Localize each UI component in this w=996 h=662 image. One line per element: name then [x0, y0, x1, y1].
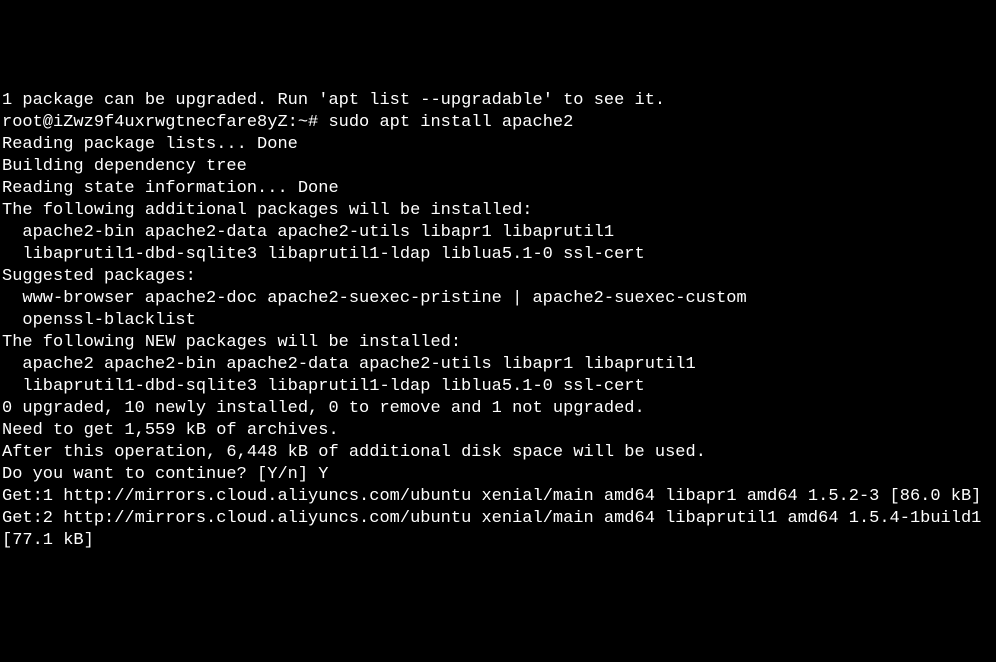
line-reading-packages: Reading package lists... Done: [2, 134, 994, 156]
line-new-pkg2: libaprutil1-dbd-sqlite3 libaprutil1-ldap…: [2, 376, 994, 398]
line-new-pkg1: apache2 apache2-bin apache2-data apache2…: [2, 354, 994, 376]
line-building-tree: Building dependency tree: [2, 156, 994, 178]
shell-command: sudo apt install apache2: [328, 113, 573, 132]
line-prompt: root@iZwz9f4uxrwgtnecfare8yZ:~# sudo apt…: [2, 112, 994, 134]
line-get1: Get:1 http://mirrors.cloud.aliyuncs.com/…: [2, 486, 994, 508]
confirm-prompt: Do you want to continue? [Y/n]: [2, 465, 318, 484]
confirm-answer: Y: [318, 465, 328, 484]
shell-prompt: root@iZwz9f4uxrwgtnecfare8yZ:~#: [2, 113, 328, 132]
line-suggested-pkg2: openssl-blacklist: [2, 310, 994, 332]
line-summary: 0 upgraded, 10 newly installed, 0 to rem…: [2, 398, 994, 420]
line-get2: Get:2 http://mirrors.cloud.aliyuncs.com/…: [2, 508, 994, 552]
line-suggested-pkg1: www-browser apache2-doc apache2-suexec-p…: [2, 288, 994, 310]
line-additional-pkg1: apache2-bin apache2-data apache2-utils l…: [2, 222, 994, 244]
line-additional-pkg2: libaprutil1-dbd-sqlite3 libaprutil1-ldap…: [2, 244, 994, 266]
terminal-output[interactable]: 1 package can be upgraded. Run 'apt list…: [2, 90, 994, 552]
line-suggested-header: Suggested packages:: [2, 266, 994, 288]
line-additional-header: The following additional packages will b…: [2, 200, 994, 222]
line-download-size: Need to get 1,559 kB of archives.: [2, 420, 994, 442]
line-new-header: The following NEW packages will be insta…: [2, 332, 994, 354]
line-reading-state: Reading state information... Done: [2, 178, 994, 200]
line-confirm: Do you want to continue? [Y/n] Y: [2, 464, 994, 486]
line-upgrade-notice: 1 package can be upgraded. Run 'apt list…: [2, 90, 994, 112]
line-disk-space: After this operation, 6,448 kB of additi…: [2, 442, 994, 464]
